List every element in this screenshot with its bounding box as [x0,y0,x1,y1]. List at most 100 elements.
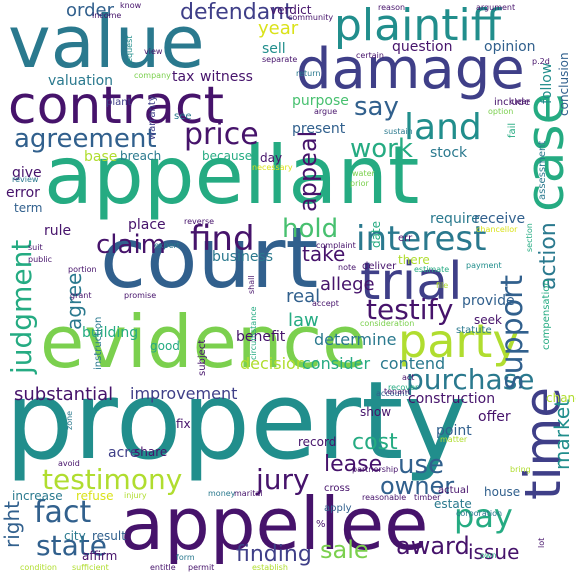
word-subject: subject [197,339,208,376]
word-right: right [0,501,24,548]
word-opinion: opinion [484,39,536,55]
word-market: market [550,399,574,470]
word-agree: agree [62,272,86,330]
word-water: water [352,169,375,178]
word-file: file [436,281,449,290]
word-shall: shall [247,275,256,294]
word-act: act [402,373,415,382]
word-zone: zone [65,410,74,430]
word-because: because [202,149,253,163]
word-date: date [369,220,383,248]
word-rule: rule [44,223,72,239]
word-entitle: entitle [150,563,176,572]
word-house: house [484,485,521,499]
word-return: return [296,69,321,78]
word-good: good [150,339,180,353]
word-affirm: affirm [82,549,118,563]
word-refuse: refuse [76,489,114,503]
word-stock: stock [430,145,468,161]
word-cloud: value property appellant court evidence … [0,0,576,576]
word-promise: promise [124,291,157,300]
word-compensation: compensation [541,279,552,350]
word-base: base [84,149,118,165]
word-show: show [360,405,392,419]
word-sustain: sustain [384,127,413,136]
word-clear: clear [510,97,530,106]
word-land: land [404,107,482,148]
word-establish: establish [252,563,288,572]
word-witness: witness [200,69,253,85]
word-increase: increase [12,489,63,503]
word-view: view [144,47,163,56]
word-hold: hold [282,214,339,244]
word-warranty: warranty [147,95,158,140]
word-year: year [258,18,299,39]
word-work: work [350,134,413,164]
word-portion: portion [68,265,97,274]
word-require: require [430,211,480,227]
word-allege: allege [320,274,375,295]
word-separate: separate [262,55,298,64]
word-plant: plant [106,97,132,108]
word-argument: argument [476,3,516,12]
word-suit: suit [28,243,43,252]
word-business: business [212,249,274,265]
word-city: city [64,529,86,543]
word-option: option [488,107,514,116]
word-estimate: estimate [414,265,450,274]
word-percent: % [316,519,326,530]
word-jury: jury [256,463,310,496]
word-term: term [14,201,43,215]
word-avoid: avoid [58,459,80,468]
word-chancellor: chancellor [476,225,518,234]
word-marital: marital [234,489,263,498]
word-price: price [184,117,259,152]
word-corporation: corporation [456,509,503,518]
word-note: note [338,263,357,272]
word-sufficient: sufficient [72,563,109,572]
word-see: see [174,111,192,122]
word-payment: payment [466,261,502,270]
word-money: money [208,489,236,498]
word-lot: lot [537,537,546,548]
word-result: result [92,529,126,543]
word-instruction: instruction [93,316,104,370]
word-law: law [288,310,319,331]
word-p2d: p.2d [532,57,550,66]
word-valuation: valuation [48,73,114,89]
word-reasonable: reasonable [362,493,407,502]
word-income: income [92,11,122,20]
word-construction: construction [408,391,496,407]
word-cost: cost [352,430,398,455]
word-change: change [546,391,576,405]
word-permit: permit [188,563,215,572]
word-certain: certain [356,51,384,60]
word-fail: fail [507,122,518,138]
word-place: place [128,217,166,233]
word-statute: statute [456,325,492,336]
word-question: question [392,39,453,55]
word-fix: fix [176,417,191,431]
word-accept: accept [312,299,339,308]
word-contend: contend [380,354,446,373]
word-section: section [525,223,534,252]
word-know: know [120,1,142,10]
word-tax: tax [172,69,195,85]
word-error: error [6,185,40,201]
word-building: building [82,325,139,341]
word-circumstance: circumstance [249,306,258,360]
word-receive: receive [474,211,526,227]
word-timber: timber [414,493,441,502]
word-provide: provide [462,293,515,309]
word-recover: recover [388,383,419,392]
word-assessment: assessment [537,140,548,200]
word-err: err [398,233,413,244]
word-condition: condition [20,563,57,572]
word-argue: argue [314,107,338,116]
word-consideration: consideration [360,319,415,328]
word-expert: expert [154,241,180,250]
word-benefit: benefit [236,329,286,345]
word-grant: grant [70,291,92,300]
word-record: record [298,435,337,449]
word-own: own [480,551,497,560]
